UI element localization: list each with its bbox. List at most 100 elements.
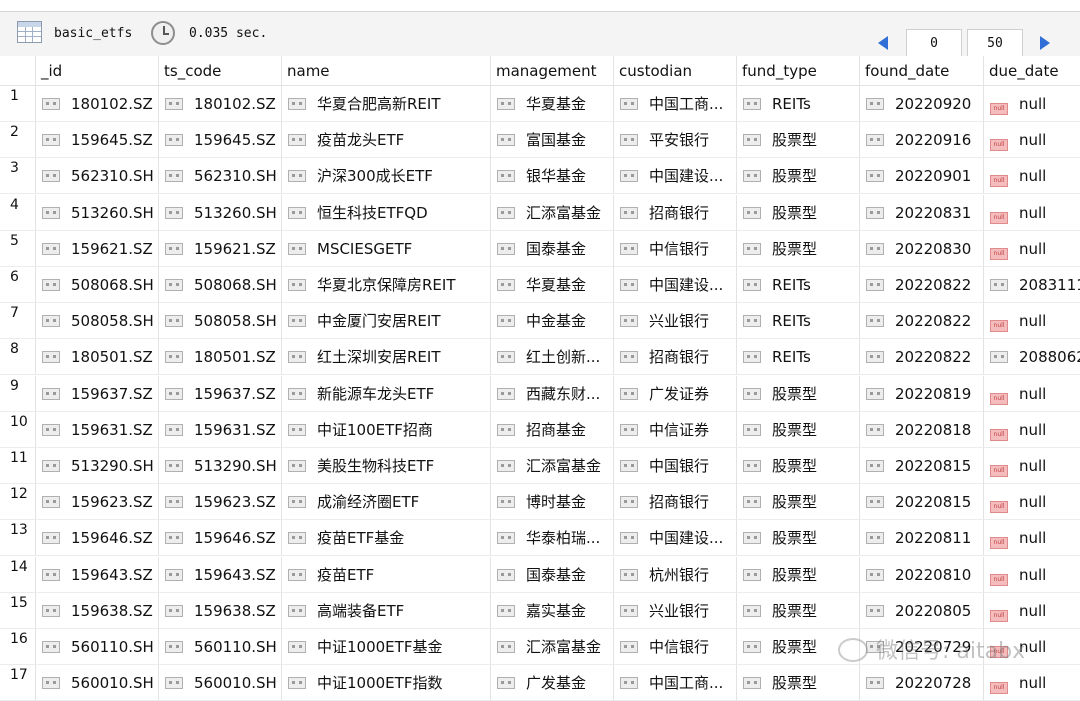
cell-management[interactable]: 国泰基金	[491, 230, 614, 267]
cell-id[interactable]: 180501.SZ	[36, 339, 159, 376]
cell-fund-type[interactable]: REITs	[737, 339, 860, 376]
cell-custodian[interactable]: 广发证券	[614, 375, 737, 412]
cell-name[interactable]: 华夏合肥高新REIT	[282, 86, 491, 122]
cell-ts-code[interactable]: 560110.SH	[159, 629, 282, 665]
table-row[interactable]: 3 562310.SH 562310.SH 沪深300成长ETF 银华基金 中国建设...…	[0, 158, 1080, 195]
cell-name[interactable]: MSCIESGETF	[282, 230, 491, 267]
cell-ts-code[interactable]: 159646.SZ	[159, 520, 282, 557]
cell-name[interactable]: 疫苗ETF	[282, 556, 491, 593]
cell-fund-type[interactable]: 股票型	[737, 665, 860, 701]
cell-id[interactable]: 508068.SH	[36, 267, 159, 303]
cell-management[interactable]: 汇添富基金	[491, 194, 614, 231]
cell-custodian[interactable]: 中国银行	[614, 448, 737, 484]
next-page-icon[interactable]	[1040, 36, 1050, 50]
cell-name[interactable]: 疫苗ETF基金	[282, 520, 491, 557]
cell-management[interactable]: 嘉实基金	[491, 592, 614, 629]
cell-management[interactable]: 银华基金	[491, 158, 614, 195]
cell-fund-type[interactable]: 股票型	[737, 375, 860, 412]
cell-ts-code[interactable]: 159638.SZ	[159, 592, 282, 629]
cell-ts-code[interactable]: 513260.SH	[159, 194, 282, 231]
cell-custodian[interactable]: 杭州银行	[614, 556, 737, 593]
cell-custodian[interactable]: 中国建设...	[614, 267, 737, 303]
cell-found-date[interactable]: 20220811	[860, 520, 984, 557]
cell-management[interactable]: 华夏基金	[491, 267, 614, 303]
table-row[interactable]: 13 159646.SZ 159646.SZ 疫苗ETF基金 华泰柏瑞... 中国建设..…	[0, 520, 1080, 557]
cell-due-date[interactable]: null null	[984, 520, 1080, 557]
table-row[interactable]: 14 159643.SZ 159643.SZ 疫苗ETF 国泰基金 杭州银行 股票型 2022…	[0, 556, 1080, 593]
column-header-management[interactable]: management	[491, 56, 614, 86]
cell-id[interactable]: 159638.SZ	[36, 592, 159, 629]
cell-due-date[interactable]: null null	[984, 665, 1080, 701]
table-row[interactable]: 10 159631.SZ 159631.SZ 中证100ETF招商 招商基金 中信证券 股票…	[0, 411, 1080, 448]
cell-management[interactable]: 华夏基金	[491, 86, 614, 122]
cell-found-date[interactable]: 20220818	[860, 411, 984, 448]
cell-custodian[interactable]: 招商银行	[614, 484, 737, 521]
page-offset-input[interactable]: 0	[906, 29, 962, 58]
cell-management[interactable]: 西藏东财...	[491, 375, 614, 412]
column-header-name[interactable]: name	[282, 56, 491, 86]
table-row[interactable]: 17 560010.SH 560010.SH 中证1000ETF指数 广发基金 中国工商.…	[0, 665, 1080, 701]
cell-due-date[interactable]: null null	[984, 231, 1080, 267]
cell-id[interactable]: 159646.SZ	[36, 520, 159, 557]
cell-name[interactable]: 中证1000ETF基金	[282, 629, 491, 665]
column-header-ts_code[interactable]: ts_code	[159, 56, 282, 86]
cell-due-date[interactable]: null null	[984, 593, 1080, 629]
cell-management[interactable]: 汇添富基金	[491, 448, 614, 484]
cell-ts-code[interactable]: 562310.SH	[159, 158, 282, 195]
cell-found-date[interactable]: 20220822	[860, 303, 984, 340]
cell-ts-code[interactable]: 560010.SH	[159, 665, 282, 701]
cell-ts-code[interactable]: 513290.SH	[159, 448, 282, 484]
cell-ts-code[interactable]: 159623.SZ	[159, 484, 282, 521]
cell-name[interactable]: 华夏北京保障房REIT	[282, 267, 491, 303]
cell-fund-type[interactable]: REITs	[737, 303, 860, 340]
cell-ts-code[interactable]: 180102.SZ	[159, 86, 282, 122]
cell-management[interactable]: 富国基金	[491, 122, 614, 159]
cell-ts-code[interactable]: 508058.SH	[159, 303, 282, 340]
cell-ts-code[interactable]: 508068.SH	[159, 267, 282, 303]
cell-id[interactable]: 159631.SZ	[36, 411, 159, 448]
column-header-found_date[interactable]: found_date	[860, 56, 984, 86]
cell-name[interactable]: 新能源车龙头ETF	[282, 375, 491, 412]
cell-id[interactable]: 560110.SH	[36, 629, 159, 665]
cell-fund-type[interactable]: 股票型	[737, 411, 860, 448]
cell-custodian[interactable]: 平安银行	[614, 122, 737, 159]
cell-fund-type[interactable]: 股票型	[737, 520, 860, 557]
cell-found-date[interactable]: 20220830	[860, 230, 984, 267]
cell-management[interactable]: 汇添富基金	[491, 629, 614, 665]
previous-page-icon[interactable]	[878, 36, 888, 50]
cell-custodian[interactable]: 中信银行	[614, 230, 737, 267]
column-header-due_date[interactable]: due_date	[984, 56, 1080, 86]
table-row[interactable]: 2 159645.SZ 159645.SZ 疫苗龙头ETF 富国基金 平安银行 股票型 202…	[0, 122, 1080, 159]
cell-found-date[interactable]: 20220728	[860, 665, 984, 701]
cell-id[interactable]: 159637.SZ	[36, 375, 159, 412]
cell-custodian[interactable]: 中国建设...	[614, 520, 737, 557]
cell-custodian[interactable]: 兴业银行	[614, 303, 737, 340]
cell-found-date[interactable]: 20220819	[860, 375, 984, 412]
cell-due-date[interactable]: null null	[984, 303, 1080, 340]
table-row[interactable]: 7 508058.SH 508058.SH 中金厦门安居REIT 中金基金 兴业银行 REI…	[0, 303, 1080, 340]
cell-id[interactable]: 513260.SH	[36, 194, 159, 231]
cell-found-date[interactable]: 20220920	[860, 86, 984, 122]
table-row[interactable]: 11 513290.SH 513290.SH 美股生物科技ETF 汇添富基金 中国银行 股票…	[0, 448, 1080, 484]
cell-id[interactable]: 159621.SZ	[36, 230, 159, 267]
cell-fund-type[interactable]: 股票型	[737, 484, 860, 521]
cell-id[interactable]: 159645.SZ	[36, 122, 159, 159]
table-row[interactable]: 1 180102.SZ 180102.SZ 华夏合肥高新REIT 华夏基金 中国工商...…	[0, 86, 1080, 122]
cell-due-date[interactable]: null null	[984, 376, 1080, 412]
cell-fund-type[interactable]: 股票型	[737, 230, 860, 267]
cell-fund-type[interactable]: 股票型	[737, 194, 860, 231]
column-header-_id[interactable]: _id	[36, 56, 159, 86]
cell-custodian[interactable]: 招商银行	[614, 339, 737, 376]
cell-management[interactable]: 广发基金	[491, 665, 614, 701]
cell-due-date[interactable]: null null	[984, 122, 1080, 159]
cell-name[interactable]: 中证100ETF招商	[282, 411, 491, 448]
cell-custodian[interactable]: 中国建设...	[614, 158, 737, 195]
cell-management[interactable]: 华泰柏瑞...	[491, 520, 614, 557]
cell-id[interactable]: 508058.SH	[36, 303, 159, 340]
column-header-fund_type[interactable]: fund_type	[737, 56, 860, 86]
table-row[interactable]: 5 159621.SZ 159621.SZ MSCIESGETF 国泰基金 中信银行 股票型…	[0, 230, 1080, 267]
cell-found-date[interactable]: 20220810	[860, 556, 984, 593]
cell-due-date[interactable]: 2088062	[984, 339, 1080, 376]
cell-found-date[interactable]: 20220815	[860, 484, 984, 521]
table-row[interactable]: 8 180501.SZ 180501.SZ 红土深圳安居REIT 红土创新... 招商银行…	[0, 339, 1080, 376]
